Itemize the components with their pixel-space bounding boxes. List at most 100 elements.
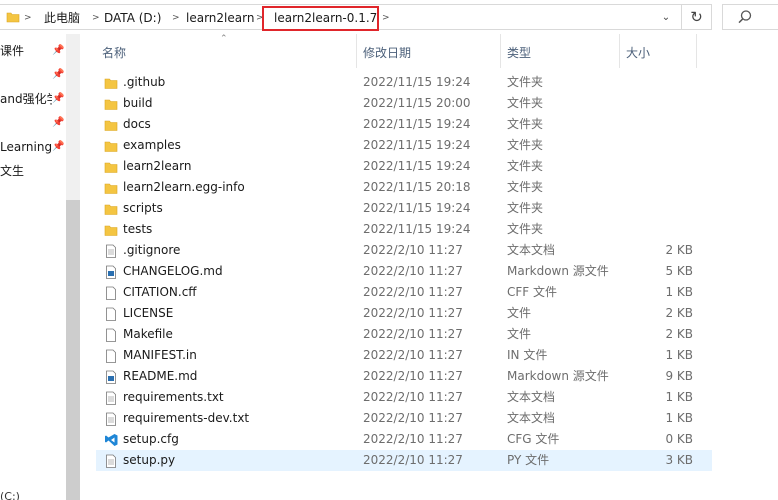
column-header-name[interactable]: 名称 xyxy=(102,44,126,62)
file-name[interactable]: scripts xyxy=(123,198,163,219)
file-type: Markdown 源文件 xyxy=(507,369,609,383)
file-name[interactable]: docs xyxy=(123,114,151,135)
folder-icon xyxy=(6,12,20,23)
column-divider[interactable] xyxy=(619,34,620,68)
nav-item-drive-c[interactable]: (C:) xyxy=(0,490,20,500)
breadcrumb-drive[interactable]: DATA (D:) xyxy=(104,9,161,27)
text-file-icon xyxy=(106,391,116,405)
file-icon xyxy=(106,349,116,363)
file-size xyxy=(626,156,693,177)
file-row[interactable]: setup.py 2022/2/10 11:27 PY 文件 3 KB xyxy=(96,450,712,471)
file-name[interactable]: learn2learn.egg-info xyxy=(123,177,245,198)
file-type: IN 文件 xyxy=(507,348,548,362)
markdown-file-icon xyxy=(106,265,116,279)
file-row[interactable]: LICENSE 2022/2/10 11:27 文件 2 KB xyxy=(96,303,712,324)
file-type: 文件夹 xyxy=(507,138,544,152)
file-date: 2022/2/10 11:27 xyxy=(363,453,463,467)
breadcrumb-current-folder[interactable]: learn2learn-0.1.7 xyxy=(262,6,379,31)
file-type: Markdown 源文件 xyxy=(507,264,609,278)
file-row[interactable]: requirements-dev.txt 2022/2/10 11:27 文本文档 1… xyxy=(96,408,712,429)
file-row[interactable]: .gitignore 2022/2/10 11:27 文本文档 2 KB xyxy=(96,240,712,261)
file-date: 2022/2/10 11:27 xyxy=(363,264,463,278)
address-bar[interactable]: > 此电脑 > DATA (D:) > learn2learn > learn2… xyxy=(0,4,682,31)
nav-scrollbar-thumb[interactable] xyxy=(66,200,80,500)
file-name[interactable]: examples xyxy=(123,135,181,156)
file-row[interactable]: examples 2022/11/15 19:24 文件夹 xyxy=(96,135,712,156)
file-icon xyxy=(106,328,116,342)
file-name[interactable]: .github xyxy=(123,72,165,93)
file-size: 2 KB xyxy=(665,306,693,320)
column-header-size[interactable]: 大小 xyxy=(626,44,650,62)
chevron-down-icon[interactable]: ⌄ xyxy=(655,9,677,27)
breadcrumb-this-pc[interactable]: 此电脑 xyxy=(44,9,80,27)
pin-icon: 📌 xyxy=(52,141,65,152)
file-row[interactable]: CITATION.cff 2022/2/10 11:27 CFF 文件 1 KB xyxy=(96,282,712,303)
nav-item[interactable]: 文生 xyxy=(0,161,52,181)
file-type: 文本文档 xyxy=(507,411,556,425)
file-name[interactable]: build xyxy=(123,93,153,114)
column-header-date[interactable]: 修改日期 xyxy=(363,44,411,62)
file-size: 1 KB xyxy=(665,348,693,362)
file-date: 2022/2/10 11:27 xyxy=(363,285,463,299)
file-name[interactable]: requirements.txt xyxy=(123,387,224,408)
breadcrumb-learn2learn[interactable]: learn2learn xyxy=(186,9,254,27)
refresh-button[interactable]: ↻ xyxy=(682,4,712,30)
nav-item[interactable]: 课件 xyxy=(0,41,52,61)
file-row[interactable]: setup.cfg 2022/2/10 11:27 CFG 文件 0 KB xyxy=(96,429,712,450)
file-type: 文件 xyxy=(507,327,532,341)
folder-icon xyxy=(104,204,118,215)
nav-item[interactable]: Learning xyxy=(0,137,52,157)
file-row[interactable]: requirements.txt 2022/2/10 11:27 文本文档 1 KB xyxy=(96,387,712,408)
folder-icon xyxy=(104,162,118,173)
file-size: 2 KB xyxy=(665,243,693,257)
file-name[interactable]: MANIFEST.in xyxy=(123,345,197,366)
column-header-type[interactable]: 类型 xyxy=(507,44,531,62)
chevron-right-icon[interactable]: > xyxy=(24,9,32,27)
column-header-row: ⌃ 名称 修改日期 类型 大小 xyxy=(80,34,778,72)
file-name[interactable]: requirements-dev.txt xyxy=(123,408,249,429)
navigation-pane: 课件 📌 📌 and强化学 📌 📌 Learning 📌 文生 (C:) xyxy=(0,34,66,500)
vscode-file-icon xyxy=(105,434,118,446)
file-name[interactable]: LICENSE xyxy=(123,303,173,324)
folder-icon xyxy=(104,78,118,89)
nav-item[interactable]: and强化学 xyxy=(0,89,52,109)
column-divider[interactable] xyxy=(500,34,501,68)
chevron-right-icon[interactable]: > xyxy=(92,9,100,27)
search-input[interactable] xyxy=(722,4,778,30)
chevron-right-icon[interactable]: > xyxy=(382,9,390,27)
file-row[interactable]: Makefile 2022/2/10 11:27 文件 2 KB xyxy=(96,324,712,345)
file-name[interactable]: setup.cfg xyxy=(123,429,179,450)
file-name[interactable]: .gitignore xyxy=(123,240,180,261)
file-name[interactable]: setup.py xyxy=(123,450,175,471)
file-row[interactable]: CHANGELOG.md 2022/2/10 11:27 Markdown 源文件 5… xyxy=(96,261,712,282)
file-size: 1 KB xyxy=(665,390,693,404)
file-row[interactable]: MANIFEST.in 2022/2/10 11:27 IN 文件 1 KB xyxy=(96,345,712,366)
text-file-icon xyxy=(106,412,116,426)
file-name[interactable]: learn2learn xyxy=(123,156,191,177)
file-row[interactable]: docs 2022/11/15 19:24 文件夹 xyxy=(96,114,712,135)
sort-ascending-icon: ⌃ xyxy=(220,34,228,44)
file-name[interactable]: README.md xyxy=(123,366,197,387)
text-file-icon xyxy=(106,454,116,468)
file-name[interactable]: CITATION.cff xyxy=(123,282,197,303)
file-row[interactable]: tests 2022/11/15 19:24 文件夹 xyxy=(96,219,712,240)
file-type: CFF 文件 xyxy=(507,285,557,299)
file-row[interactable]: learn2learn 2022/11/15 19:24 文件夹 xyxy=(96,156,712,177)
file-type: 文件夹 xyxy=(507,222,544,236)
file-row[interactable]: learn2learn.egg-info 2022/11/15 20:18 文件夹 xyxy=(96,177,712,198)
file-row[interactable]: README.md 2022/2/10 11:27 Markdown 源文件 9 KB xyxy=(96,366,712,387)
file-size xyxy=(626,72,693,93)
file-row[interactable]: scripts 2022/11/15 19:24 文件夹 xyxy=(96,198,712,219)
file-row[interactable]: build 2022/11/15 20:00 文件夹 xyxy=(96,93,712,114)
column-divider[interactable] xyxy=(356,34,357,68)
file-name[interactable]: Makefile xyxy=(123,324,173,345)
file-date: 2022/11/15 20:18 xyxy=(363,180,471,194)
chevron-right-icon[interactable]: > xyxy=(172,9,180,27)
file-date: 2022/2/10 11:27 xyxy=(363,243,463,257)
pin-icon: 📌 xyxy=(52,45,65,56)
file-name[interactable]: tests xyxy=(123,219,152,240)
column-divider[interactable] xyxy=(696,34,697,68)
address-bar-row: > 此电脑 > DATA (D:) > learn2learn > learn2… xyxy=(0,0,778,34)
file-name[interactable]: CHANGELOG.md xyxy=(123,261,223,282)
file-row[interactable]: .github 2022/11/15 19:24 文件夹 xyxy=(96,72,712,93)
